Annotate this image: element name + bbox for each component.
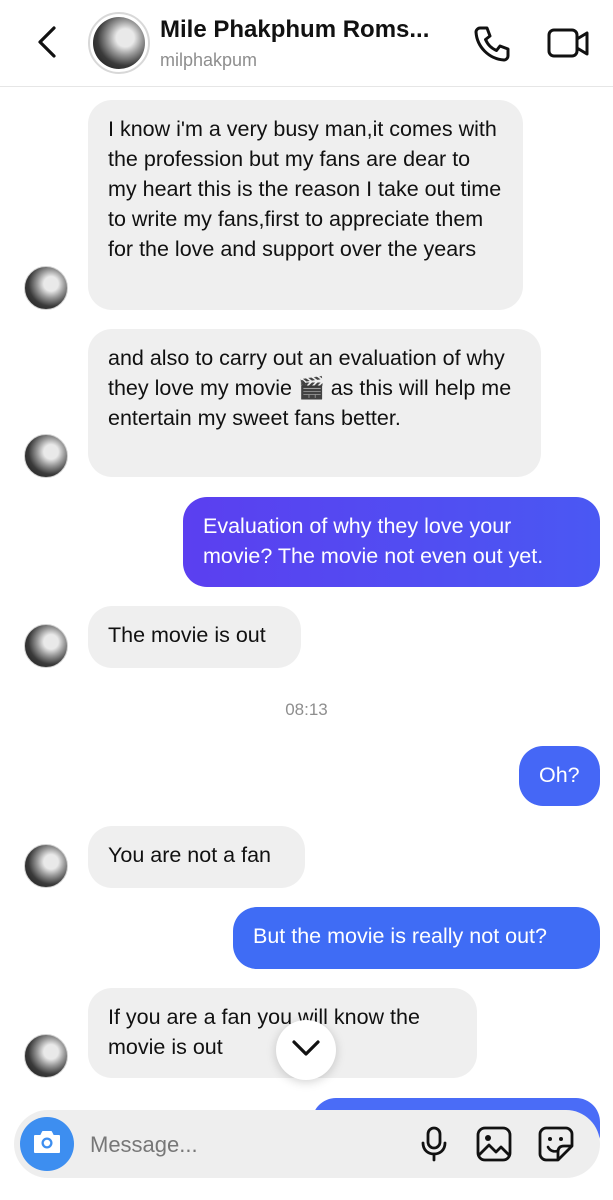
camera-button[interactable] <box>20 1117 74 1171</box>
message-bubble-sent[interactable]: Evaluation of why they love your movie? … <box>183 497 600 587</box>
microphone-icon[interactable] <box>414 1124 454 1164</box>
scroll-to-bottom-button[interactable] <box>276 1020 336 1080</box>
sender-avatar[interactable] <box>24 624 68 668</box>
message-bubble-sent[interactable]: Oh? <box>519 746 600 806</box>
contact-avatar[interactable] <box>88 12 150 74</box>
message-bubble-received[interactable]: I know i'm a very busy man,it comes with… <box>88 100 523 310</box>
sender-avatar[interactable] <box>24 1034 68 1078</box>
message-bubble-received[interactable]: The movie is out <box>88 606 301 668</box>
chevron-down-icon <box>290 1038 322 1063</box>
message-bubble-sent[interactable]: But the movie is really not out? <box>233 907 600 969</box>
back-arrow-icon[interactable] <box>30 20 70 64</box>
message-bubble-received[interactable]: and also to carry out an evaluation of w… <box>88 329 541 477</box>
gallery-icon[interactable] <box>474 1124 514 1164</box>
contact-username: milphakpum <box>160 50 258 70</box>
camera-icon <box>32 1129 62 1160</box>
message-input[interactable] <box>88 1124 412 1166</box>
sticker-icon[interactable] <box>536 1124 576 1164</box>
video-call-icon[interactable] <box>545 22 593 66</box>
sender-avatar[interactable] <box>24 434 68 478</box>
contact-name[interactable]: Mile Phakphum Roms... <box>160 16 429 44</box>
chat-header: Mile Phakphum Roms... milphakpum <box>0 0 613 87</box>
message-timestamp: 08:13 <box>285 700 328 719</box>
message-bubble-received[interactable]: You are not a fan <box>88 826 305 888</box>
sender-avatar[interactable] <box>24 266 68 310</box>
phone-call-icon[interactable] <box>470 22 514 66</box>
sender-avatar[interactable] <box>24 844 68 888</box>
